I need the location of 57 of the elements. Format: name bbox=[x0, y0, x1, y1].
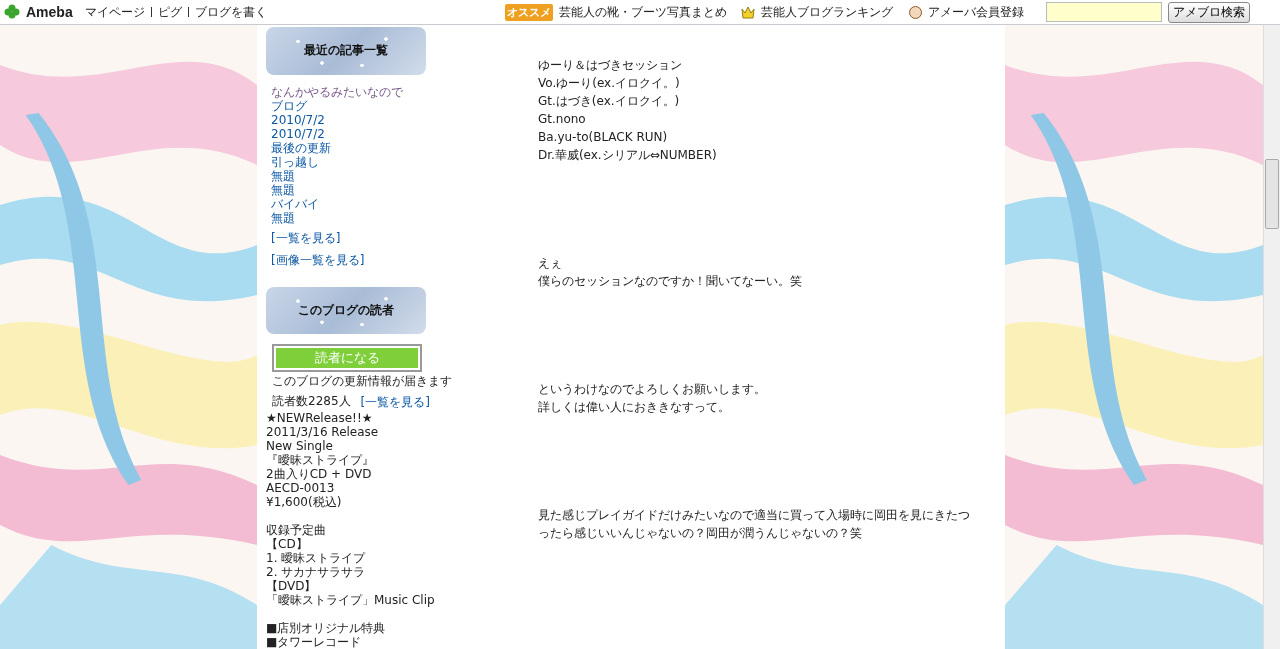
release-text: 『曖昧ストライプ』 bbox=[266, 453, 375, 467]
promo-badge: オススメ bbox=[505, 3, 553, 21]
subscribe-note: このブログの更新情報が届きます bbox=[271, 373, 451, 388]
logo[interactable]: Ameba bbox=[26, 4, 73, 20]
search-button[interactable]: アメブロ検索 bbox=[1168, 1, 1250, 23]
release-text: ¥1,600(税込) bbox=[266, 495, 343, 509]
section-heading: 最近の記事一覧 bbox=[266, 27, 426, 75]
article-text: Vo.ゆーり(ex.イロクイ。) bbox=[538, 75, 681, 92]
release-text: 1. 曖昧ストライプ bbox=[266, 551, 367, 565]
search-field[interactable] bbox=[1046, 2, 1162, 22]
release-text: New Single bbox=[266, 439, 334, 453]
release-text: 2011/3/16 Release bbox=[266, 425, 380, 439]
article-link[interactable]: 最後の更新 bbox=[271, 140, 331, 155]
article-text: えぇ bbox=[538, 255, 563, 272]
article-link[interactable]: 無題 bbox=[271, 210, 295, 225]
section-heading: このブログの読者 bbox=[266, 286, 426, 335]
release-text: 「曖昧ストライプ」Music Clip bbox=[266, 593, 436, 607]
release-text: 【CD】 bbox=[266, 537, 309, 551]
crown-icon bbox=[741, 5, 755, 19]
release-text: AECD-0013 bbox=[266, 481, 336, 495]
article-link[interactable]: 引っ越し bbox=[271, 154, 319, 169]
article-text: Gt.はづき(ex.イロクイ。) bbox=[538, 93, 681, 110]
register-link[interactable]: アメーバ会員登録 bbox=[928, 3, 1024, 21]
article-text: というわけなのでよろしくお願いします。 bbox=[538, 381, 767, 398]
article-text: ゆーり＆はづきセッション bbox=[538, 57, 683, 74]
release-text: 収録予定曲 bbox=[266, 523, 327, 537]
promo-link[interactable]: 芸能人の靴・ブーツ写真まとめ bbox=[559, 3, 727, 21]
list-link[interactable]: [一覧を見る] bbox=[360, 394, 430, 411]
nav-link[interactable]: ブログを書く bbox=[194, 3, 267, 21]
release-text: ■タワーレコード bbox=[266, 635, 363, 649]
article-link[interactable]: 無題 bbox=[271, 168, 295, 183]
article-text: 見た感じプレイガイドだけみたいなので適当に買って入場時に岡田を見にきたつったら感じいいんじゃないの？岡田が潤うんじゃないの？笑 bbox=[538, 507, 970, 542]
release-text: 【DVD】 bbox=[266, 579, 318, 593]
release-text: 2. サカナサラサラ bbox=[266, 565, 367, 579]
release-text: ★NEWRelease!!★ bbox=[266, 411, 374, 425]
nav-link[interactable]: ピグ bbox=[157, 3, 182, 21]
article-text: Dr.華威(ex.シリアル⇔NUMBER) bbox=[538, 147, 718, 164]
article-link[interactable]: ブログ bbox=[271, 98, 307, 113]
release-text: 2曲入りCD + DVD bbox=[266, 467, 373, 481]
ranking-link[interactable]: 芸能人ブログランキング bbox=[761, 3, 893, 21]
reader-count: 読者数2285人 bbox=[272, 394, 351, 410]
nav-link[interactable]: マイページ bbox=[84, 3, 145, 21]
article-link[interactable]: 2010/7/2 bbox=[271, 126, 325, 141]
list-link[interactable]: [画像一覧を見る] bbox=[271, 251, 365, 269]
article-text: Gt.nono bbox=[538, 111, 587, 128]
article-link[interactable]: 2010/7/2 bbox=[271, 112, 325, 127]
article-link[interactable]: バイバイ bbox=[271, 196, 319, 211]
article-link[interactable]: なんかやるみたいなので bbox=[271, 84, 403, 99]
scrollbar[interactable] bbox=[1263, 25, 1280, 649]
article-text: 僕らのセッションなのですか！聞いてなーい。笑 bbox=[538, 273, 803, 290]
article-text: 詳しくは偉い人におききなすって。 bbox=[538, 399, 731, 416]
scroll-thumb[interactable] bbox=[1265, 159, 1279, 229]
list-link[interactable]: [一覧を見る] bbox=[271, 229, 341, 247]
article-link[interactable]: 無題 bbox=[271, 182, 295, 197]
release-text: ■店別オリジナル特典 bbox=[266, 621, 387, 635]
clover-icon bbox=[4, 4, 20, 20]
article-text: Ba.yu-to(BLACK RUN) bbox=[538, 129, 669, 146]
